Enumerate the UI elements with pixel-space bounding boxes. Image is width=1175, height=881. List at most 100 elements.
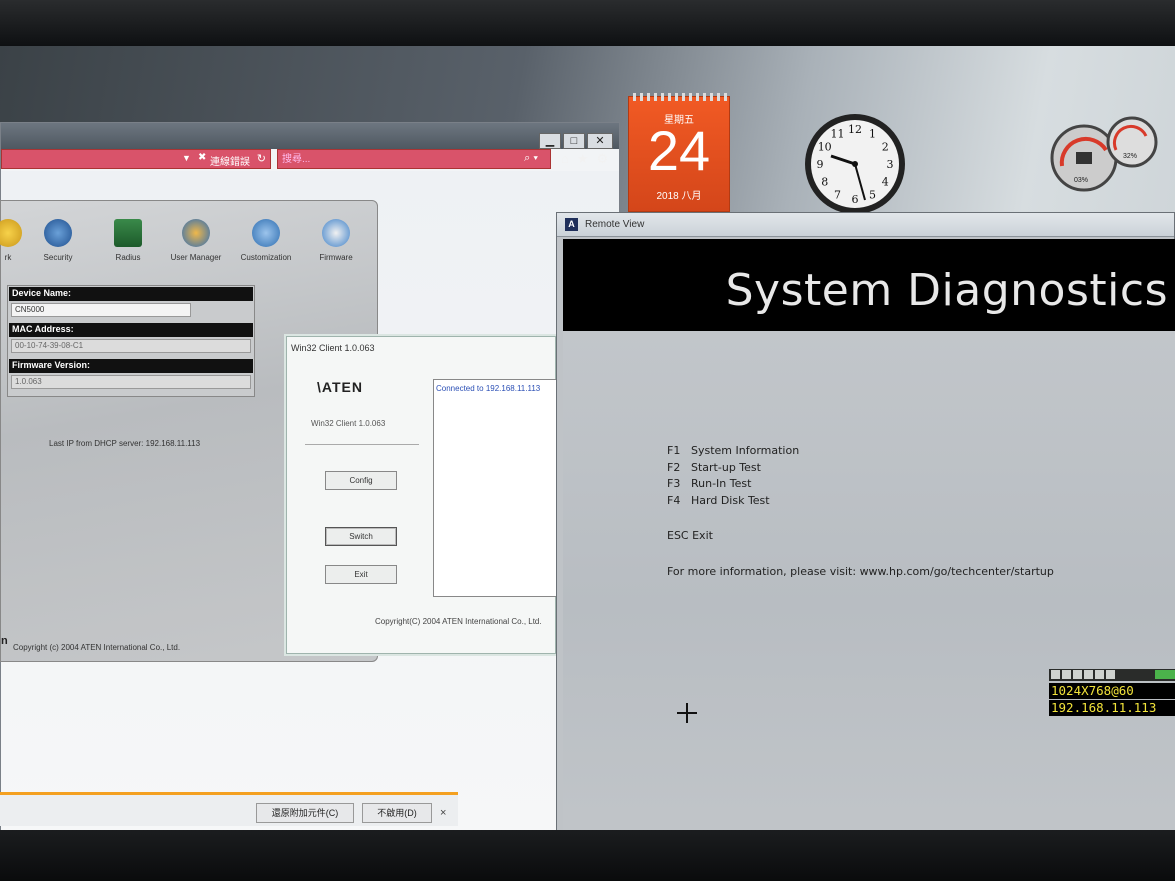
menu-item[interactable]: F4 Hard Disk Test [667, 493, 799, 510]
menu-item[interactable]: F2 Start-up Test [667, 460, 799, 477]
mac-address-field: 00-10-74-39-08-C1 [11, 339, 251, 353]
remote-screen[interactable]: System Diagnostics F1 System Information … [563, 239, 1175, 849]
tool-security[interactable]: Security [23, 219, 93, 262]
exit-button[interactable]: Exit [325, 565, 397, 584]
star-icon[interactable]: ★ [577, 151, 589, 167]
calendar-gadget[interactable]: 星期五 24 2018 八月 [628, 93, 730, 212]
remote-view-window: A Remote View System Diagnostics F1 Syste… [556, 212, 1175, 852]
dhcp-info: Last IP from DHCP server: 192.168.11.113 [49, 439, 201, 448]
clock-numeral: 3 [887, 158, 894, 171]
switch-button[interactable]: Switch [325, 527, 397, 546]
device-name-label: Device Name: [9, 287, 253, 301]
calendar-date: 24 [647, 119, 711, 182]
aten-logo-fragment: n [1, 635, 8, 647]
clock-numeral: 8 [821, 176, 828, 189]
clock-numeral: 10 [818, 141, 832, 154]
device-info-form: Device Name: CN5000 MAC Address: 00-10-7… [7, 285, 255, 397]
clock-numeral: 4 [882, 176, 889, 189]
remote-view-title: Remote View [585, 219, 645, 230]
search-box[interactable]: ⌕ ▾ [277, 149, 551, 169]
window-icon[interactable] [1084, 670, 1093, 679]
dropdown-icon[interactable]: ▼ [182, 153, 191, 163]
tool-label: Firmware [319, 253, 353, 262]
clock-numeral: 5 [869, 188, 876, 201]
status-lights-icon [1155, 670, 1175, 679]
tool-firmware[interactable]: Firmware [301, 219, 371, 262]
admin-toolbar: rk Security Radius User Manager Customiz… [0, 219, 379, 271]
aten-logo: \ATEN [317, 379, 363, 395]
tool-icon[interactable] [1073, 670, 1082, 679]
keyboard-icon[interactable] [1062, 670, 1071, 679]
diagnostics-title: System Diagnostics [725, 265, 1168, 316]
monitor-icon[interactable] [1106, 670, 1115, 679]
error-icon: ✖ [198, 152, 207, 163]
osd-toolbar [1049, 669, 1175, 681]
address-bar[interactable]: ▼ ✖ 連線錯誤 ↻ [1, 149, 271, 169]
admin-copyright: Copyright (c) 2004 ATEN International Co… [13, 643, 181, 652]
window-controls: ▁ □ ✕ [539, 133, 613, 149]
gear-icon[interactable]: ⚙ [597, 151, 609, 167]
monitor-bezel-top [0, 0, 1175, 48]
tab-label[interactable]: 連線錯誤 [210, 153, 250, 168]
device-name-field[interactable]: CN5000 [11, 303, 191, 317]
tool-user-manager[interactable]: User Manager [161, 219, 231, 262]
settings-icon[interactable] [1095, 670, 1104, 679]
config-button[interactable]: Config [325, 471, 397, 490]
diagnostics-menu: F1 System Information F2 Start-up Test F3 R… [667, 443, 799, 509]
cpu-meter-gadget[interactable]: 03% 32% [1050, 114, 1160, 194]
esc-exit-option[interactable]: ESC Exit [667, 529, 713, 542]
clock-numeral: 1 [869, 128, 876, 141]
minimize-button[interactable]: ▁ [539, 133, 561, 149]
menu-item[interactable]: F1 System Information [667, 443, 799, 460]
tool-customization[interactable]: Customization [231, 219, 301, 262]
win32-title: Win32 Client 1.0.063 [291, 343, 375, 353]
firmware-version-label: Firmware Version: [9, 359, 253, 373]
search-icon[interactable]: ⌕ ▾ [524, 152, 538, 165]
info-text: For more information, please visit: www.… [667, 565, 1054, 578]
maximize-button[interactable]: □ [563, 133, 585, 149]
close-icon[interactable]: × [440, 807, 446, 819]
disable-button[interactable]: 不啟用(D) [362, 803, 432, 823]
firmware-icon [322, 219, 350, 247]
refresh-icon[interactable]: ↻ [257, 152, 266, 165]
browser-title-bar: ▁ □ ✕ [1, 123, 619, 149]
search-input[interactable] [282, 152, 512, 167]
diagnostics-header: System Diagnostics [563, 239, 1175, 331]
win32-copyright: Copyright(C) 2004 ATEN International Co.… [375, 617, 542, 626]
ram-value: 32% [1123, 153, 1137, 160]
network-icon [0, 219, 22, 247]
clock-numeral: 9 [817, 158, 824, 171]
osd-resolution: 1024X768@60 [1049, 683, 1175, 699]
clock-numeral: 12 [848, 123, 862, 136]
crosshair-cursor-icon [677, 703, 697, 723]
connection-status: Connected to 192.168.11.113 [436, 384, 541, 393]
cpu-value: 03% [1074, 177, 1088, 184]
home-icon[interactable]: ⌂ [561, 151, 569, 167]
connection-log: Connected to 192.168.11.113 [433, 379, 557, 597]
clock-gadget[interactable]: 12 12 3 45678 9 1011 [803, 112, 907, 216]
calendar-month: 2018 八月 [656, 191, 702, 202]
monitor-bezel-bottom [0, 830, 1175, 881]
addon-notification-bar: 還原附加元件(C) 不啟用(D) × [0, 792, 458, 826]
clock-numeral: 2 [882, 141, 889, 154]
mac-address-label: MAC Address: [9, 323, 253, 337]
restore-addons-button[interactable]: 還原附加元件(C) [256, 803, 354, 823]
remote-view-title-bar: A Remote View [557, 213, 1174, 237]
clock-numeral: 7 [834, 188, 841, 201]
kvm-osd-panel[interactable]: 1024X768@60 192.168.11.113 [1049, 669, 1175, 717]
tool-label: Radius [115, 253, 141, 262]
radius-icon [114, 219, 142, 247]
close-button[interactable]: ✕ [587, 133, 613, 149]
users-icon [182, 219, 210, 247]
tool-label: Security [43, 253, 73, 262]
firmware-version-field: 1.0.063 [11, 375, 251, 389]
cpu-chip-icon [1076, 152, 1092, 164]
osd-ip: 192.168.11.113 [1049, 700, 1175, 716]
menu-item[interactable]: F3 Run-In Test [667, 476, 799, 493]
aten-app-icon: A [565, 218, 578, 231]
clock-center [852, 161, 858, 167]
hand-icon[interactable] [1051, 670, 1060, 679]
tool-radius[interactable]: Radius [93, 219, 163, 262]
browser-toolbar: ⌂ ★ ⚙ [561, 151, 608, 167]
tool-label: rk [4, 253, 12, 262]
